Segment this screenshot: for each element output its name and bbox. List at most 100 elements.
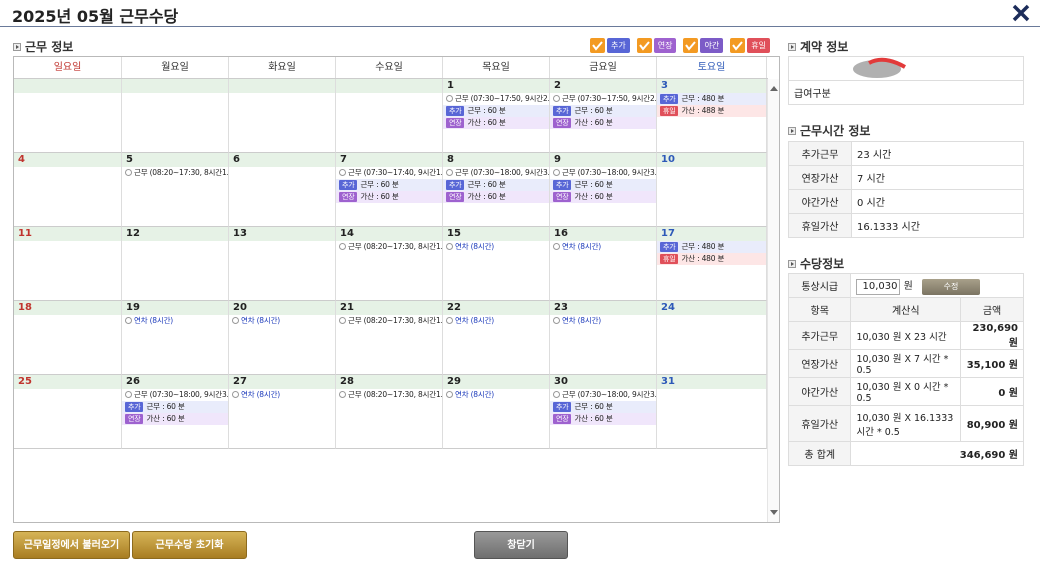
clock-icon xyxy=(125,391,132,398)
calendar-day-cell[interactable] xyxy=(122,79,229,153)
calendar-day-cell[interactable]: 4 xyxy=(14,153,122,227)
calendar-day-cell[interactable]: 22 연차 (8시간) xyxy=(443,301,550,375)
work-entry[interactable]: 근무 (08:20~17:30, 8시간1… xyxy=(336,241,442,253)
calendar: 일요일 월요일 화요일 수요일 목요일 금요일 토요일 1 근무 (07:30~17:50, … xyxy=(13,56,780,523)
reset-allowance-button[interactable]: 근무수당 초기화 xyxy=(132,531,247,559)
calendar-day-cell[interactable]: 8 근무 (07:30~18:00, 9시간3… 추가 근무 : 60 분 연장 가산 :… xyxy=(443,153,550,227)
calendar-day-cell[interactable]: 26 근무 (07:30~18:00, 9시간3… 추가 근무 : 60 분 연장 가산 … xyxy=(122,375,229,449)
add-entry[interactable]: 추가 근무 : 480 분 xyxy=(657,241,766,253)
add-entry[interactable]: 추가 근무 : 60 분 xyxy=(443,105,549,117)
calendar-day-cell[interactable] xyxy=(14,79,122,153)
weekday-0: 일요일 xyxy=(14,57,122,78)
calendar-day-cell[interactable]: 9 근무 (07:30~18:00, 9시간3… 추가 근무 : 60 분 연장 가산 :… xyxy=(550,153,657,227)
ext-entry[interactable]: 연장 가산 : 60 분 xyxy=(336,191,442,203)
add-entry[interactable]: 추가 근무 : 60 분 xyxy=(122,401,228,413)
work-entry[interactable]: 근무 (07:30~18:00, 9시간3… xyxy=(122,389,228,401)
leave-entry[interactable]: 연차 (8시간) xyxy=(550,241,656,253)
calendar-day-cell[interactable]: 2 근무 (07:30~17:50, 9시간2… 추가 근무 : 60 분 연장 가산 :… xyxy=(550,79,657,153)
legend-checkbox[interactable] xyxy=(730,38,746,53)
day-number: 2 xyxy=(550,79,656,93)
close-icon[interactable] xyxy=(1008,0,1034,26)
edit-button[interactable]: 수정 xyxy=(922,278,981,295)
leave-entry[interactable]: 연차 (8시간) xyxy=(443,389,549,401)
calendar-day-cell[interactable]: 29 연차 (8시간) xyxy=(443,375,550,449)
leave-entry[interactable]: 연차 (8시간) xyxy=(229,389,335,401)
bullet-icon xyxy=(13,42,21,51)
ext-entry[interactable]: 연장 가산 : 60 분 xyxy=(443,117,549,129)
bullet-icon xyxy=(788,259,796,268)
leave-entry[interactable]: 연차 (8시간) xyxy=(122,315,228,327)
legend-checkbox[interactable] xyxy=(683,38,699,53)
add-entry[interactable]: 추가 근무 : 60 분 xyxy=(443,179,549,191)
add-entry[interactable]: 추가 근무 : 60 분 xyxy=(550,105,656,117)
scroll-up-icon[interactable] xyxy=(768,83,780,93)
calendar-day-cell[interactable]: 16 연차 (8시간) xyxy=(550,227,657,301)
day-number: 15 xyxy=(443,227,549,241)
calendar-day-cell[interactable] xyxy=(229,79,336,153)
calendar-day-cell[interactable]: 10 xyxy=(657,153,767,227)
calendar-day-cell[interactable]: 19 연차 (8시간) xyxy=(122,301,229,375)
calendar-day-cell[interactable]: 31 xyxy=(657,375,767,449)
leave-entry[interactable]: 연차 (8시간) xyxy=(550,315,656,327)
add-entry[interactable]: 추가 근무 : 60 분 xyxy=(336,179,442,191)
calendar-day-cell[interactable]: 28 근무 (08:20~17:30, 8시간1… xyxy=(336,375,443,449)
work-entry[interactable]: 근무 (07:30~18:00, 9시간3… xyxy=(550,167,656,179)
calendar-day-cell[interactable]: 17 추가 근무 : 480 분 휴일 가산 : 480 분 xyxy=(657,227,767,301)
work-entry[interactable]: 근무 (07:30~17:50, 9시간2… xyxy=(550,93,656,105)
legend-checkbox[interactable] xyxy=(636,38,652,53)
calendar-day-cell[interactable]: 11 xyxy=(14,227,122,301)
calendar-day-cell[interactable]: 12 xyxy=(122,227,229,301)
hol-entry[interactable]: 휴일 가산 : 480 분 xyxy=(657,253,766,265)
load-schedule-button[interactable]: 근무일정에서 불러오기 xyxy=(13,531,130,559)
calendar-day-cell[interactable]: 13 xyxy=(229,227,336,301)
calendar-day-cell[interactable]: 15 연차 (8시간) xyxy=(443,227,550,301)
calendar-day-cell[interactable] xyxy=(336,79,443,153)
work-entry[interactable]: 근무 (07:30~17:40, 9시간1… xyxy=(336,167,442,179)
calendar-day-cell[interactable]: 30 근무 (07:30~18:00, 9시간3… 추가 근무 : 60 분 연장 가산 … xyxy=(550,375,657,449)
calendar-day-cell[interactable]: 7 근무 (07:30~17:40, 9시간1… 추가 근무 : 60 분 연장 가산 :… xyxy=(336,153,443,227)
ext-entry[interactable]: 연장 가산 : 60 분 xyxy=(122,413,228,425)
leave-text: 연차 (8시간) xyxy=(134,316,174,325)
day-number: 5 xyxy=(122,153,228,167)
hours-label: 추가근무 xyxy=(788,141,852,166)
leave-entry[interactable]: 연차 (8시간) xyxy=(443,315,549,327)
ext-entry[interactable]: 연장 가산 : 60 분 xyxy=(550,191,656,203)
hol-entry[interactable]: 휴일 가산 : 488 분 xyxy=(657,105,766,117)
day-number: 31 xyxy=(657,375,766,389)
ext-entry[interactable]: 연장 가산 : 60 분 xyxy=(443,191,549,203)
work-entry[interactable]: 근무 (07:30~17:50, 9시간2… xyxy=(443,93,549,105)
calendar-day-cell[interactable]: 18 xyxy=(14,301,122,375)
calendar-day-cell[interactable]: 14 근무 (08:20~17:30, 8시간1… xyxy=(336,227,443,301)
add-entry[interactable]: 추가 근무 : 60 분 xyxy=(550,179,656,191)
calendar-day-cell[interactable]: 20 연차 (8시간) xyxy=(229,301,336,375)
close-window-button[interactable]: 창닫기 xyxy=(474,531,568,559)
leave-entry[interactable]: 연차 (8시간) xyxy=(229,315,335,327)
calendar-day-cell[interactable]: 23 연차 (8시간) xyxy=(550,301,657,375)
calendar-day-cell[interactable]: 25 xyxy=(14,375,122,449)
calendar-scrollbar[interactable] xyxy=(767,79,779,522)
work-entry[interactable]: 근무 (08:20~17:30, 8시간1… xyxy=(336,389,442,401)
leave-text: 연차 (8시간) xyxy=(562,242,602,251)
add-entry[interactable]: 추가 근무 : 480 분 xyxy=(657,93,766,105)
calendar-day-cell[interactable]: 6 xyxy=(229,153,336,227)
calendar-day-cell[interactable]: 5 근무 (08:20~17:30, 8시간1… xyxy=(122,153,229,227)
work-entry[interactable]: 근무 (07:30~18:00, 9시간3… xyxy=(550,389,656,401)
calendar-day-cell[interactable]: 21 근무 (08:20~17:30, 8시간1… xyxy=(336,301,443,375)
scroll-down-icon[interactable] xyxy=(768,508,780,518)
weekday-header: 일요일 월요일 화요일 수요일 목요일 금요일 토요일 xyxy=(14,57,768,79)
legend-checkbox[interactable] xyxy=(590,38,605,53)
calendar-day-cell[interactable]: 24 xyxy=(657,301,767,375)
ext-entry[interactable]: 연장 가산 : 60 분 xyxy=(550,413,656,425)
work-entry[interactable]: 근무 (08:20~17:30, 8시간1… xyxy=(122,167,228,179)
work-entry[interactable]: 근무 (07:30~18:00, 9시간3… xyxy=(443,167,549,179)
calendar-day-cell[interactable]: 27 연차 (8시간) xyxy=(229,375,336,449)
work-entry[interactable]: 근무 (08:20~17:30, 8시간1… xyxy=(336,315,442,327)
clock-icon xyxy=(339,317,346,324)
add-entry[interactable]: 추가 근무 : 60 분 xyxy=(550,401,656,413)
allowance-item: 추가근무 xyxy=(787,321,852,350)
ext-entry[interactable]: 연장 가산 : 60 분 xyxy=(550,117,656,129)
wage-input[interactable]: 10,030 xyxy=(856,278,901,295)
leave-entry[interactable]: 연차 (8시간) xyxy=(443,241,549,253)
calendar-day-cell[interactable]: 1 근무 (07:30~17:50, 9시간2… 추가 근무 : 60 분 연장 가산 :… xyxy=(443,79,550,153)
calendar-day-cell[interactable]: 3 추가 근무 : 480 분 휴일 가산 : 488 분 xyxy=(657,79,767,153)
